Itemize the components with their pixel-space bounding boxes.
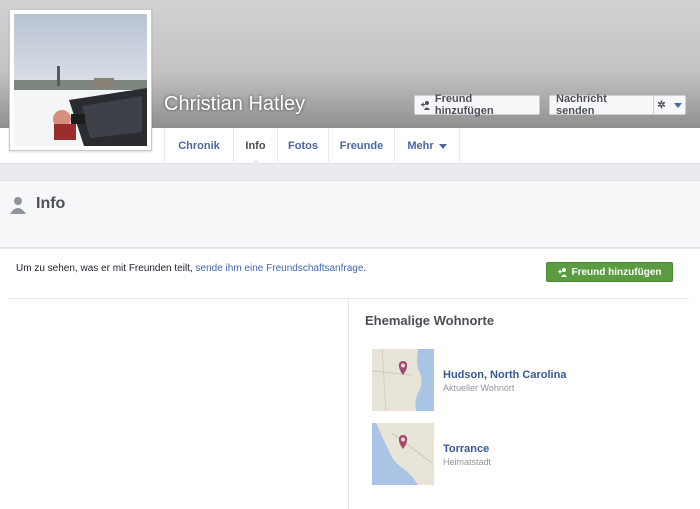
tab-info[interactable]: Info — [233, 128, 277, 165]
tab-label: Fotos — [288, 140, 318, 152]
add-friend-label: Freund hinzufügen — [434, 93, 494, 117]
map-image — [372, 349, 434, 411]
tab-mehr[interactable]: Mehr — [394, 128, 460, 164]
tab-label: Chronik — [178, 140, 220, 152]
message-button[interactable]: Nachricht senden ✲ — [549, 93, 686, 117]
tab-fotos[interactable]: Fotos — [277, 128, 328, 164]
add-friend-button[interactable]: Freund hinzufügen — [414, 93, 540, 117]
person-icon — [10, 197, 26, 214]
friend-notice: Um zu sehen, was er mit Freunden teilt, … — [16, 263, 366, 274]
place-item: Torrance Heimatstadt — [372, 423, 672, 485]
places-title: Ehemalige Wohnorte — [365, 313, 495, 328]
add-friend-button-green[interactable]: Freund hinzufügen — [546, 262, 673, 282]
place-item: Hudson, North Carolina Aktueller Wohnort — [372, 349, 672, 411]
section-title: Info — [36, 195, 66, 212]
add-friend-label: Freund hinzufügen — [571, 266, 662, 278]
tab-label: Freunde — [339, 140, 384, 152]
add-friend-icon — [421, 101, 430, 110]
message-label: Nachricht senden — [556, 93, 607, 117]
info-content: Um zu sehen, was er mit Freunden teilt, … — [0, 249, 700, 509]
divider — [9, 298, 689, 299]
map-image — [372, 423, 434, 485]
info-section-header: Info — [0, 180, 700, 248]
profile-photo-image — [14, 14, 147, 146]
place-subtitle: Heimatstadt — [443, 457, 492, 467]
tab-chronik[interactable]: Chronik — [164, 128, 233, 164]
chevron-down-icon — [673, 102, 682, 108]
tab-freunde[interactable]: Freunde — [328, 128, 394, 164]
place-name[interactable]: Torrance — [443, 443, 489, 455]
profile-name[interactable]: Christian Hatley — [164, 93, 305, 116]
place-subtitle: Aktueller Wohnort — [443, 383, 515, 393]
gear-icon: ✲ — [657, 99, 666, 111]
chevron-down-icon — [438, 143, 447, 149]
place-name[interactable]: Hudson, North Carolina — [443, 369, 566, 381]
friend-request-link[interactable]: sende ihm eine Freundschaftsanfrage — [196, 263, 364, 274]
column-divider — [348, 298, 349, 509]
notice-text-end: . — [363, 263, 367, 274]
tab-label: Mehr — [407, 140, 434, 152]
map-thumbnail[interactable] — [372, 349, 434, 411]
options-dropdown[interactable]: ✲ — [653, 96, 685, 114]
map-thumbnail[interactable] — [372, 423, 434, 485]
tab-label: Info — [245, 140, 266, 152]
notice-text: Um zu sehen, was er mit Freunden teilt, — [16, 263, 196, 274]
profile-picture[interactable] — [9, 9, 152, 151]
add-friend-icon — [557, 268, 567, 277]
